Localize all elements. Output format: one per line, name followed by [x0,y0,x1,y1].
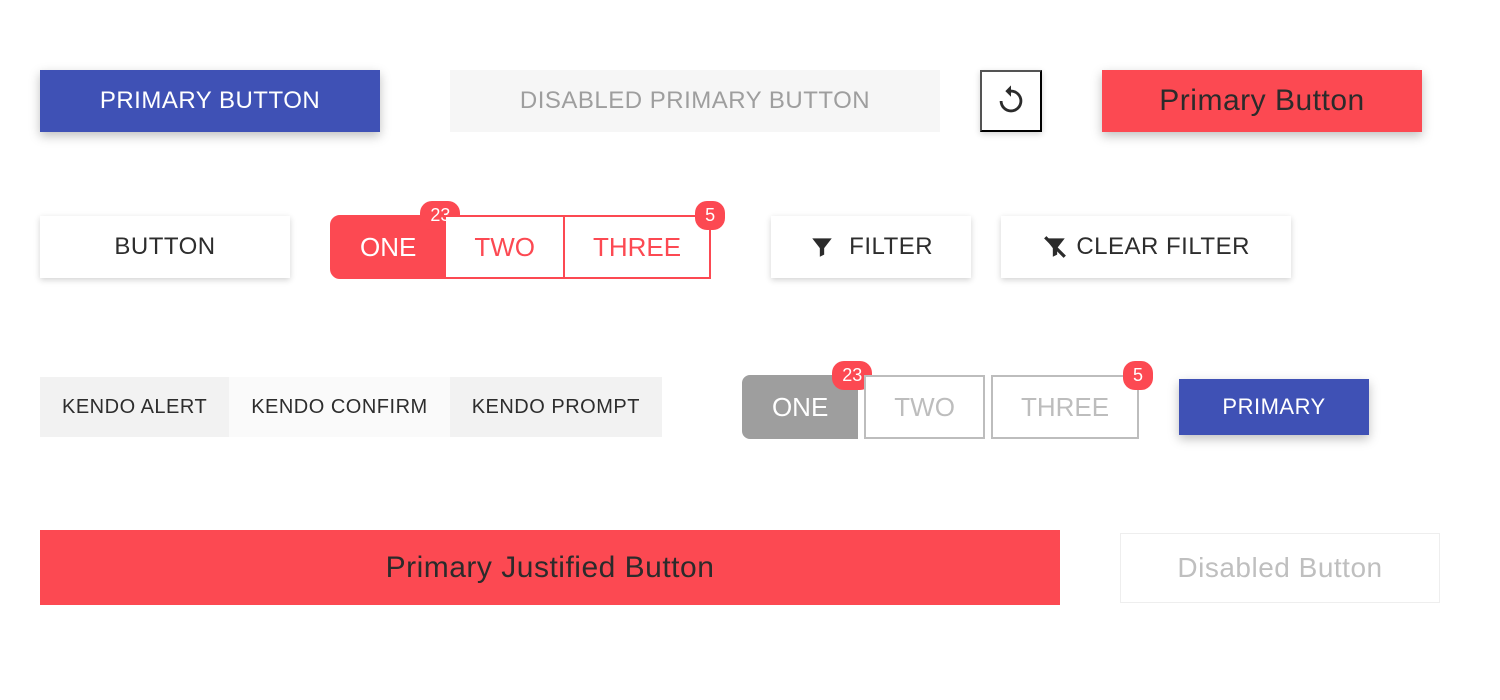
segmented-grey-item-two[interactable]: TWO [864,375,985,439]
kendo-prompt-button[interactable]: KENDO PROMPT [450,377,662,437]
segmented-red-item-three[interactable]: THREE 5 [565,215,711,279]
kendo-confirm-label: KENDO CONFIRM [251,396,428,419]
segmented-red-item-two[interactable]: TWO [446,215,565,279]
segmented-red-item-one[interactable]: ONE 23 [330,215,446,279]
primary-button-red-label: Primary Button [1159,84,1364,118]
kendo-prompt-label: KENDO PROMPT [472,396,640,419]
disabled-button: Disabled Button [1120,533,1440,603]
segmented-red-item-three-label: THREE [593,232,681,263]
segmented-grey-item-three[interactable]: THREE 5 [991,375,1139,439]
refresh-button[interactable] [980,70,1042,132]
kendo-alert-button[interactable]: KENDO ALERT [40,377,229,437]
segmented-grey-item-one-label: ONE [772,392,828,423]
primary-button-blue-label: PRIMARY BUTTON [100,87,320,115]
kendo-confirm-button[interactable]: KENDO CONFIRM [229,377,450,437]
kendo-alert-label: KENDO ALERT [62,396,207,419]
segmented-red-item-three-badge: 5 [695,201,725,230]
clear-filter-button-label: CLEAR FILTER [1076,233,1250,261]
disabled-primary-button: DISABLED PRIMARY BUTTON [450,70,940,132]
primary-justified-label: Primary Justified Button [386,551,715,585]
primary-button-blue[interactable]: PRIMARY BUTTON [40,70,380,132]
refresh-icon [994,84,1028,118]
primary-justified-button[interactable]: Primary Justified Button [40,530,1060,605]
segmented-red-item-two-label: TWO [474,232,535,263]
segmented-grey-item-three-label: THREE [1021,392,1109,423]
default-button-label: BUTTON [114,233,215,261]
primary-small-button[interactable]: PRIMARY [1179,379,1369,435]
funnel-clear-icon [1042,234,1068,260]
funnel-icon [809,234,835,260]
dialog-button-group: KENDO ALERT KENDO CONFIRM KENDO PROMPT [40,377,662,437]
segmented-grey-item-two-label: TWO [894,392,955,423]
primary-button-red[interactable]: Primary Button [1102,70,1422,132]
segmented-group-grey: ONE 23 TWO THREE 5 [742,375,1139,439]
filter-button[interactable]: FILTER [771,216,971,278]
segmented-red-item-one-label: ONE [360,232,416,263]
disabled-primary-button-label: DISABLED PRIMARY BUTTON [520,87,870,115]
disabled-button-label: Disabled Button [1177,552,1382,584]
segmented-grey-item-three-badge: 5 [1123,361,1153,390]
segmented-grey-item-one[interactable]: ONE 23 [742,375,858,439]
filter-button-label: FILTER [849,233,933,261]
default-button[interactable]: BUTTON [40,216,290,278]
clear-filter-button[interactable]: CLEAR FILTER [1001,216,1291,278]
primary-small-label: PRIMARY [1222,394,1325,420]
segmented-group-red: ONE 23 TWO THREE 5 [330,215,711,279]
